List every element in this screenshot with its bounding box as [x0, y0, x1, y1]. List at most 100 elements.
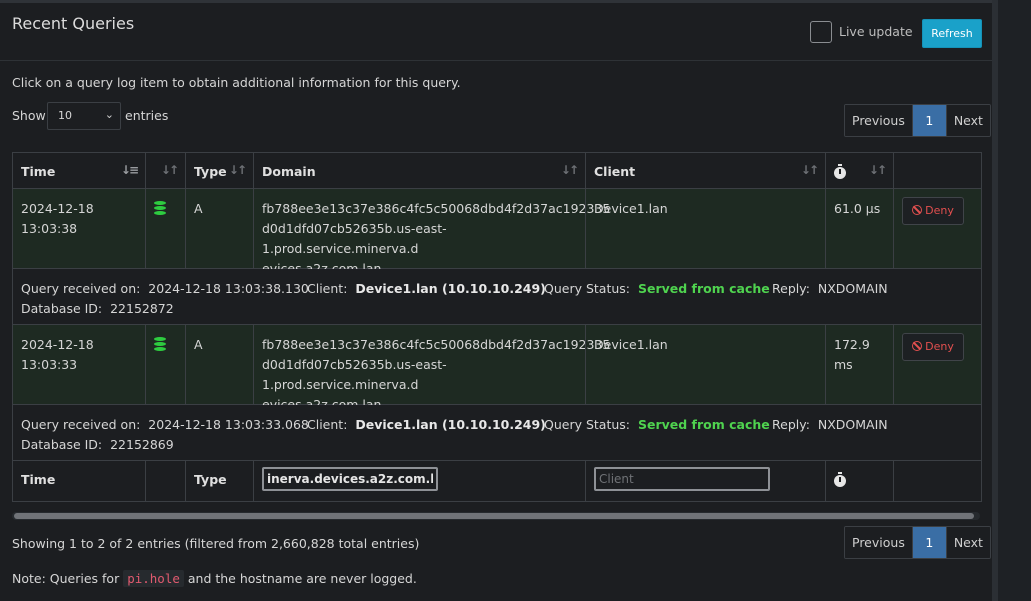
details-database-id: Database ID: 22152869 [21, 437, 174, 452]
column-header-type-label: Type [194, 164, 227, 179]
stopwatch-icon [834, 164, 846, 179]
sort-icon: ↓↑ [228, 163, 247, 177]
recent-queries-panel: Recent Queries Live update Refresh Click… [0, 0, 992, 601]
stopwatch-icon [834, 472, 846, 487]
show-label: Show [12, 108, 46, 123]
scrollbar-thumb[interactable] [14, 513, 974, 519]
column-header-time-label: Time [21, 164, 56, 179]
row-type: A [185, 325, 253, 404]
deny-button-label: Deny [925, 340, 954, 353]
client-filter-input[interactable] [594, 467, 770, 491]
details-received: Query received on: 2024-12-18 13:03:33.0… [21, 417, 309, 432]
details-database-id: Database ID: 22152872 [21, 301, 174, 316]
sort-icon: ↓↑ [868, 163, 887, 177]
row-domain-line: fb788ee3e13c37e386c4fc5c50068dbd4f2d37ac… [262, 201, 611, 216]
row-domain-line: d0d1dfd07cb52635b.us-east-1.prod.service… [262, 221, 447, 256]
query-details-row: Query received on: 2024-12-18 13:03:33.0… [13, 405, 981, 461]
sort-icon: ↓↑ [560, 163, 579, 177]
details-status: Query Status: Served from cache [544, 417, 770, 432]
refresh-button[interactable]: Refresh [922, 19, 982, 48]
right-edge [992, 0, 998, 601]
column-header-type[interactable]: Type ↓↑ [185, 153, 253, 188]
footer-type: Type [185, 461, 253, 501]
table-row[interactable]: 2024-12-18 13:03:38 A fb788ee3e13c37e386… [13, 189, 981, 276]
sort-desc-icon: ↓≡ [120, 163, 139, 177]
logging-note: Note: Queries for pi.hole and the hostna… [12, 570, 417, 587]
details-reply: Reply: NXDOMAIN [772, 281, 888, 296]
entries-label: entries [125, 108, 169, 123]
deny-button[interactable]: Deny [902, 333, 964, 361]
entries-select-value: 10 [58, 109, 72, 122]
panel-header: Recent Queries Live update Refresh [0, 3, 992, 61]
database-icon [154, 201, 166, 215]
row-domain-line: fb788ee3e13c37e386c4fc5c50068dbd4f2d37ac… [262, 337, 611, 352]
live-update-checkbox[interactable] [810, 21, 832, 43]
column-header-time[interactable]: Time ↓≡ [13, 153, 145, 188]
sort-icon: ↓↑ [800, 163, 819, 177]
note-prefix: Note: Queries for [12, 571, 120, 586]
column-header-status[interactable]: ↓↑ [145, 153, 185, 188]
column-header-action [893, 153, 981, 188]
footer-reply-time [825, 461, 893, 501]
footer-status [145, 461, 185, 501]
query-table: Time ↓≡ ↓↑ Type ↓↑ Domain ↓↑ Client ↓↑ ↓… [12, 152, 982, 502]
column-header-client[interactable]: Client ↓↑ [585, 153, 825, 188]
table-summary: Showing 1 to 2 of 2 entries (filtered fr… [12, 536, 420, 551]
row-domain: fb788ee3e13c37e386c4fc5c50068dbd4f2d37ac… [253, 189, 611, 276]
table-filter-row: Time Type [13, 461, 981, 501]
row-client: Device1.lan [585, 325, 825, 404]
footer-time: Time [21, 472, 56, 487]
next-page-button[interactable]: Next [945, 527, 990, 558]
row-action: Deny [893, 189, 981, 268]
database-icon [154, 337, 166, 351]
note-code: pi.hole [123, 570, 184, 587]
column-header-reply-time[interactable]: ↓↑ [825, 153, 893, 188]
table-row[interactable]: 2024-12-18 13:03:33 A fb788ee3e13c37e386… [13, 325, 981, 412]
details-received: Query received on: 2024-12-18 13:03:38.1… [21, 281, 309, 296]
chevron-down-icon: ⌄ [104, 108, 114, 121]
row-status [145, 325, 185, 404]
panel-title: Recent Queries [12, 14, 135, 33]
column-header-client-label: Client [594, 164, 636, 179]
details-client: Client: Device1.lan (10.10.10.249) [307, 281, 546, 296]
next-page-button[interactable]: Next [945, 105, 990, 136]
row-domain-line: d0d1dfd07cb52635b.us-east-1.prod.service… [262, 357, 447, 392]
row-time: 2024-12-18 13:03:38 [21, 201, 94, 236]
footer-client [585, 461, 825, 501]
row-type: A [185, 189, 253, 268]
deny-button[interactable]: Deny [902, 197, 964, 225]
ban-icon [912, 205, 923, 215]
details-client: Client: Device1.lan (10.10.10.249) [307, 417, 546, 432]
domain-filter-input[interactable] [262, 467, 438, 491]
row-reply-time: 61.0 µs [825, 189, 893, 268]
page-1-button[interactable]: 1 [912, 527, 946, 558]
row-status [145, 189, 185, 268]
info-text: Click on a query log item to obtain addi… [12, 75, 461, 90]
horizontal-scrollbar[interactable] [12, 512, 980, 520]
row-time: 2024-12-18 13:03:33 [21, 337, 94, 372]
row-reply-time: 172.9 ms [825, 325, 893, 404]
note-suffix: and the hostname are never logged. [187, 571, 417, 586]
previous-page-button[interactable]: Previous [845, 105, 913, 136]
live-update-label[interactable]: Live update [839, 24, 913, 39]
row-client: Device1.lan [585, 189, 825, 268]
column-header-domain[interactable]: Domain ↓↑ [253, 153, 585, 188]
row-domain: fb788ee3e13c37e386c4fc5c50068dbd4f2d37ac… [253, 325, 611, 412]
previous-page-button[interactable]: Previous [845, 527, 913, 558]
table-header-row: Time ↓≡ ↓↑ Type ↓↑ Domain ↓↑ Client ↓↑ ↓… [13, 153, 981, 189]
ban-icon [912, 341, 923, 351]
footer-action [893, 461, 981, 501]
row-action: Deny [893, 325, 981, 404]
column-header-domain-label: Domain [262, 164, 316, 179]
pagination-bottom: Previous 1 Next [844, 526, 991, 559]
sort-icon: ↓↑ [160, 163, 179, 177]
query-details-row: Query received on: 2024-12-18 13:03:38.1… [13, 269, 981, 325]
entries-select[interactable]: 10 ⌄ [47, 102, 121, 130]
deny-button-label: Deny [925, 204, 954, 217]
right-scroll-region [992, 0, 1031, 601]
details-status: Query Status: Served from cache [544, 281, 770, 296]
page-1-button[interactable]: 1 [912, 105, 946, 136]
footer-domain [253, 461, 585, 501]
pagination-top: Previous 1 Next [844, 104, 991, 137]
details-reply: Reply: NXDOMAIN [772, 417, 888, 432]
